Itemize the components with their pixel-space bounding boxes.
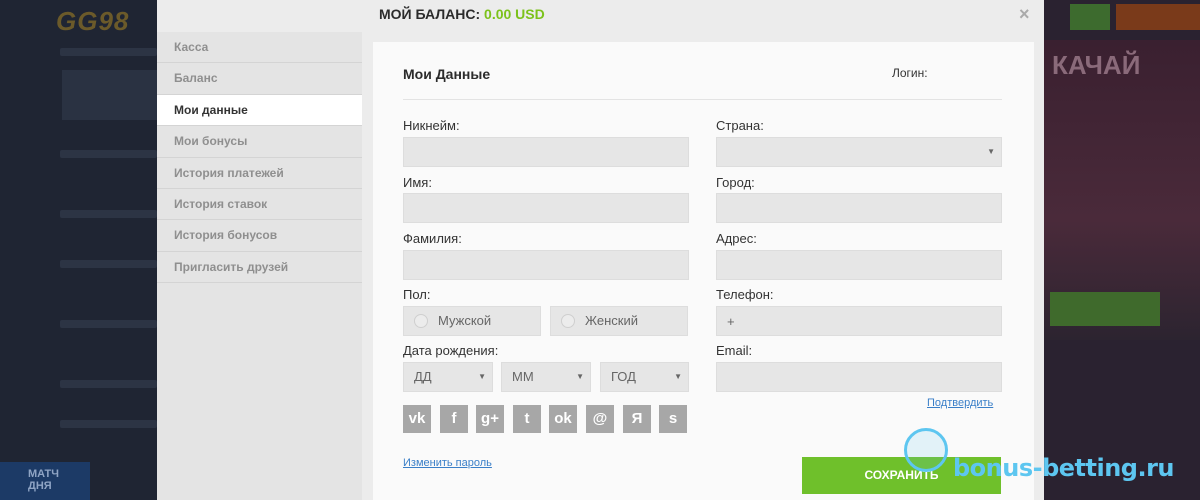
change-password-link[interactable]: Изменить пароль <box>403 457 492 469</box>
chevron-down-icon: ▼ <box>987 147 995 156</box>
gender-male-label: Мужской <box>438 313 492 328</box>
gender-female-label: Женский <box>585 313 638 328</box>
confirm-email-link[interactable]: Подтвердить <box>927 397 993 409</box>
background-right-panel: КАЧАЙ <box>1044 0 1200 500</box>
steam-glyph: s <box>668 410 678 427</box>
email-label: Email: <box>716 343 753 358</box>
birth-month-select[interactable]: ММ ▼ <box>501 362 591 392</box>
email-input[interactable] <box>716 362 1002 392</box>
background-row <box>60 320 157 328</box>
sidebar-item-bet-history[interactable]: История ставок <box>157 189 362 221</box>
background-row <box>60 260 157 268</box>
sidebar-item-balance[interactable]: Баланс <box>157 63 362 95</box>
city-label: Город: <box>716 175 755 190</box>
vk-glyph: vk <box>408 410 426 427</box>
background-match-of-day: МАТЧ ДНЯ <box>0 462 90 500</box>
first-name-input[interactable] <box>403 193 689 223</box>
phone-label: Телефон: <box>716 287 774 302</box>
soccer-ball-icon <box>904 428 948 472</box>
yandex-icon[interactable]: Я <box>623 405 651 433</box>
page-title: Мои Данные <box>403 66 491 82</box>
login-label: Логин: <box>892 66 928 80</box>
watermark-text: bonus-betting.ru <box>953 454 1175 482</box>
mailru-glyph: @ <box>592 410 608 427</box>
match-label-sub: ДНЯ <box>28 480 52 492</box>
birth-year-value: ГОД <box>611 369 636 384</box>
divider <box>403 99 1002 100</box>
yandex-glyph: Я <box>631 410 643 427</box>
last-name-label: Фамилия: <box>403 231 462 246</box>
odnoklassniki-glyph: ok <box>554 410 572 427</box>
address-label: Адрес: <box>716 231 757 246</box>
birthdate-label: Дата рождения: <box>403 343 499 358</box>
first-name-label: Имя: <box>403 175 432 190</box>
background-row <box>60 150 157 158</box>
background-row <box>60 380 157 388</box>
city-input[interactable] <box>716 193 1002 223</box>
gender-label: Пол: <box>403 287 431 302</box>
country-label: Страна: <box>716 118 764 133</box>
background-row <box>60 210 157 218</box>
sidebar-item-payment-history[interactable]: История платежей <box>157 158 362 189</box>
balance-label: МОЙ БАЛАНС: <box>379 6 481 22</box>
background-block <box>62 70 157 120</box>
radio-circle-icon <box>414 314 428 328</box>
background-promo-text: КАЧАЙ <box>1052 50 1141 80</box>
steam-icon[interactable]: s <box>659 405 687 433</box>
twitter-glyph: t <box>524 410 530 427</box>
birth-day-value: ДД <box>414 369 432 384</box>
last-name-input[interactable] <box>403 250 689 280</box>
address-input[interactable] <box>716 250 1002 280</box>
nickname-label: Никнейм: <box>403 118 460 133</box>
balance-display: МОЙ БАЛАНС: 0.00 USD <box>379 6 545 22</box>
twitter-icon[interactable]: t <box>513 405 541 433</box>
birth-month-value: ММ <box>512 369 534 384</box>
background-logo: GG98 <box>56 6 130 36</box>
gender-female-radio[interactable]: Женский <box>550 306 688 336</box>
sidebar-item-my-bonuses[interactable]: Мои бонусы <box>157 126 362 158</box>
match-label: МАТЧ <box>28 468 60 480</box>
chevron-down-icon: ▼ <box>576 372 584 381</box>
profile-modal: МОЙ БАЛАНС: 0.00 USD × Касса Баланс Мои … <box>157 0 1044 500</box>
sidebar-item-kassa[interactable]: Касса <box>157 32 362 64</box>
google-plus-glyph: g+ <box>481 410 499 427</box>
radio-circle-icon <box>561 314 575 328</box>
background-orange-button <box>1116 4 1200 30</box>
balance-amount: 0.00 USD <box>484 6 545 22</box>
gender-male-radio[interactable]: Мужской <box>403 306 541 336</box>
background-promo-button <box>1050 292 1160 326</box>
country-select[interactable]: ▼ <box>716 137 1002 167</box>
facebook-icon[interactable]: f <box>440 405 468 433</box>
mailru-icon[interactable]: @ <box>586 405 614 433</box>
chevron-down-icon: ▼ <box>478 372 486 381</box>
background-left-panel: GG98 <box>0 0 157 500</box>
background-row <box>60 48 157 56</box>
background-row <box>60 420 157 428</box>
chevron-down-icon: ▼ <box>674 372 682 381</box>
nickname-input[interactable] <box>403 137 689 167</box>
birth-day-select[interactable]: ДД ▼ <box>403 362 493 392</box>
odnoklassniki-icon[interactable]: ok <box>549 405 577 433</box>
sidebar-item-my-data[interactable]: Мои данные <box>157 94 362 127</box>
sidebar-item-invite-friends[interactable]: Пригласить друзей <box>157 252 362 284</box>
google-plus-icon[interactable]: g+ <box>476 405 504 433</box>
close-icon[interactable]: × <box>1019 4 1030 25</box>
sidebar-item-bonus-history[interactable]: История бонусов <box>157 220 362 252</box>
background-green-button <box>1070 4 1110 30</box>
modal-header: МОЙ БАЛАНС: 0.00 USD × <box>157 0 1044 32</box>
facebook-glyph: f <box>451 410 457 427</box>
phone-input[interactable] <box>716 306 1002 336</box>
vk-icon[interactable]: vk <box>403 405 431 433</box>
birth-year-select[interactable]: ГОД ▼ <box>600 362 689 392</box>
sidebar-menu: Касса Баланс Мои данные Мои бонусы Истор… <box>157 32 362 500</box>
